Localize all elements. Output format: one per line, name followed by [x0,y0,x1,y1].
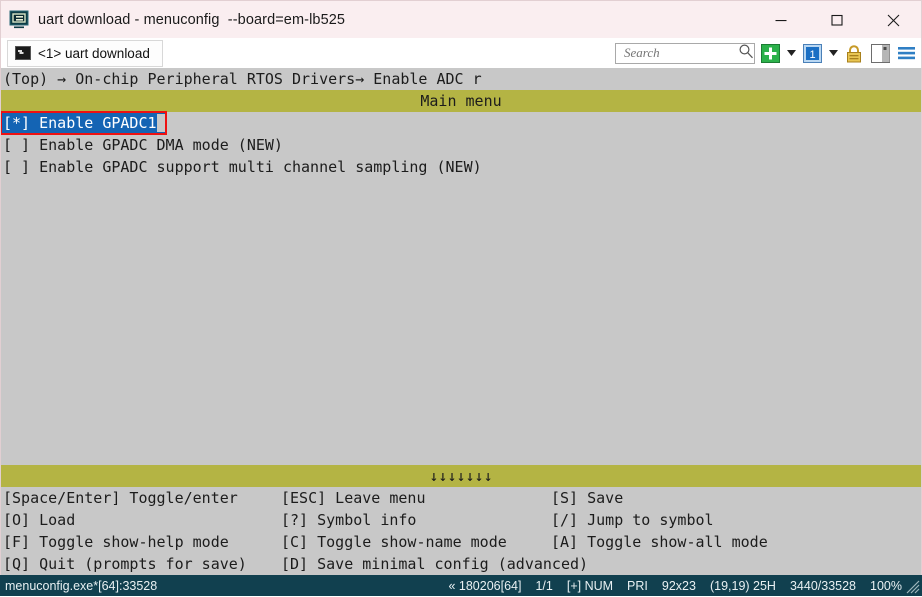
menu-item-row[interactable]: [ ] Enable GPADC DMA mode (NEW) [1,134,921,156]
status-priority: PRI [627,579,648,593]
help-key-jump-to-symbol: [/] Jump to symbol [551,509,921,531]
tab-bar: <1> uart download [0,38,922,68]
status-cursor: (19,19) 25H [710,579,776,593]
status-encoding: « 180206[64] [448,579,521,593]
menu-title-bar: Main menu [1,90,921,112]
plus-icon [761,44,780,63]
help-row: [Space/Enter] Toggle/enter [ESC] Leave m… [3,487,921,509]
conemu-window: uart download - menuconfig --board=em-lb… [0,0,922,596]
help-key-show-help-mode: [F] Toggle show-help mode [3,531,281,553]
menu-item-enable-gpadc1[interactable]: [*] Enable GPADC1 [1,112,166,134]
minimize-button[interactable] [753,1,809,39]
console-tab-icon: 1 [803,44,822,63]
menu-item-row-selected[interactable]: [*] Enable GPADC1 [1,112,921,134]
cursor-block [157,114,166,132]
help-key-save: [S] Save [551,487,921,509]
menu-item-row[interactable]: [ ] Enable GPADC support multi channel s… [1,156,921,178]
chevron-down-icon [787,50,796,56]
lock-icon [845,44,863,63]
search-input[interactable] [622,44,738,62]
help-key-symbol-info: [?] Symbol info [281,509,551,531]
menu-item-mark: [ ] [3,136,30,154]
help-key-load: [O] Load [3,509,281,531]
help-key-show-name-mode: [C] Toggle show-name mode [281,531,551,553]
terminal-content[interactable]: (Top) → On-chip Peripheral RTOS Drivers→… [0,68,922,575]
status-insert-mode: [+] NUM [567,579,613,593]
help-key-save-minimal-config: [D] Save minimal config (advanced) [281,553,551,575]
status-zoom: 100% [870,579,902,593]
hamburger-menu-icon [897,45,916,61]
hamburger-menu-button[interactable] [895,42,917,64]
status-process: menuconfig.exe*[64]:33528 [5,579,157,593]
status-buffer: 3440/33528 [790,579,856,593]
window-title: uart download - menuconfig --board=em-lb… [38,12,345,28]
help-row: [O] Load [?] Symbol info [/] Jump to sym… [3,509,921,531]
search-icon[interactable] [738,43,754,64]
title-bar[interactable]: uart download - menuconfig --board=em-lb… [0,0,922,38]
minimize-icon [775,14,787,26]
menu-item-label: Enable GPADC support multi channel sampl… [39,158,482,176]
help-row: [F] Toggle show-help mode [C] Toggle sho… [3,531,921,553]
conemu-icon [9,10,29,30]
help-row: [Q] Quit (prompts for save) [D] Save min… [3,553,921,575]
resize-grip-icon[interactable] [904,578,920,594]
help-key-show-all-mode: [A] Toggle show-all mode [551,531,921,553]
status-right-group: « 180206[64] 1/1 [+] NUM PRI 92x23 (19,1… [448,579,922,593]
new-console-button[interactable] [759,42,781,64]
close-button[interactable] [865,1,921,39]
svg-text:1: 1 [809,49,815,61]
keybinding-help: [Space/Enter] Toggle/enter [ESC] Leave m… [1,487,921,575]
new-console-caret[interactable] [785,42,797,64]
status-size: 92x23 [662,579,696,593]
menu-item-label: [*] Enable GPADC1 [3,114,157,132]
console-icon [15,46,31,60]
toolbar: 1 [615,38,917,68]
tab-uart-download[interactable]: <1> uart download [7,40,163,67]
active-console-button[interactable]: 1 [801,42,823,64]
maximize-icon [831,14,843,26]
tab-label: <1> uart download [38,46,150,61]
close-icon [887,14,900,27]
split-pane-icon [871,44,890,63]
lock-button[interactable] [843,42,865,64]
menu-item-label: Enable GPADC DMA mode (NEW) [39,136,283,154]
menu-item-mark: [ ] [3,158,30,176]
window-controls [753,1,921,39]
status-pages: 1/1 [535,579,552,593]
menu-list: [*] Enable GPADC1 [ ] Enable GPADC DMA m… [1,112,921,465]
help-key-quit: [Q] Quit (prompts for save) [3,553,281,575]
active-console-caret[interactable] [827,42,839,64]
status-bar: menuconfig.exe*[64]:33528 « 180206[64] 1… [0,575,922,596]
help-key-toggle-enter: [Space/Enter] Toggle/enter [3,487,281,509]
breadcrumb: (Top) → On-chip Peripheral RTOS Drivers→… [1,68,921,90]
maximize-button[interactable] [809,1,865,39]
help-key-leave-menu: [ESC] Leave menu [281,487,551,509]
scroll-down-indicator: ↓↓↓↓↓↓↓ [1,465,921,487]
search-box[interactable] [615,43,755,64]
chevron-down-icon [829,50,838,56]
split-pane-button[interactable] [869,42,891,64]
